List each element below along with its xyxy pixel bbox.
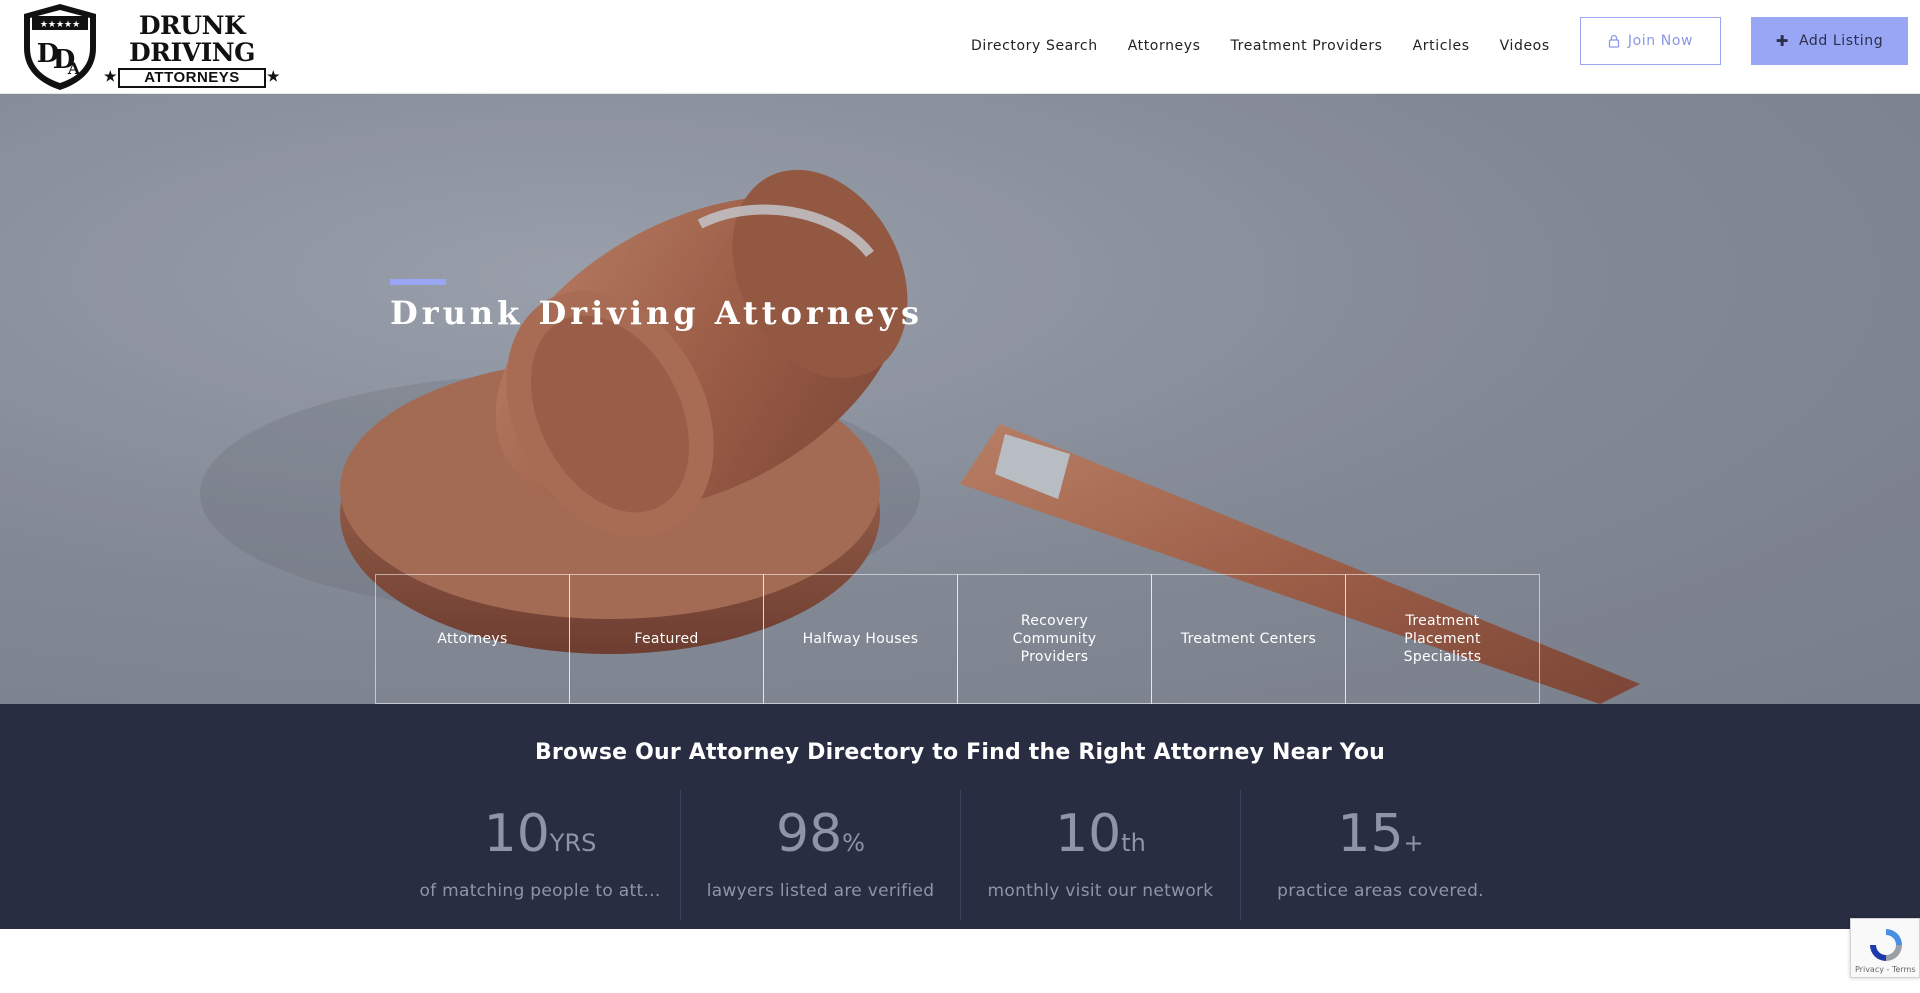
nav-treatment-providers[interactable]: Treatment Providers <box>1231 38 1383 54</box>
logo-line-1: DRUNK <box>138 11 246 40</box>
svg-text:★★★★★: ★★★★★ <box>40 20 80 30</box>
stat-value: 10 <box>1055 804 1122 864</box>
plus-icon: ✚ <box>1775 32 1789 50</box>
title-accent-bar <box>390 279 446 285</box>
stat-item: 15+ practice areas covered. <box>1240 790 1520 920</box>
stat-suffix: th <box>1121 829 1146 857</box>
add-listing-label: Add Listing <box>1798 33 1884 49</box>
svg-text:A: A <box>67 59 81 78</box>
stat-value: 10 <box>483 804 550 864</box>
category-halfway-houses[interactable]: Halfway Houses <box>763 574 958 704</box>
hero-section: Drunk Driving Attorneys Attorneys Featur… <box>0 94 1920 704</box>
nav-videos[interactable]: Videos <box>1500 38 1550 54</box>
stat-item: 10th monthly visit our network <box>960 790 1240 920</box>
site-header: ★★★★★ D D A DRUNK DRIVING ★ ATTORNEYS ★ … <box>0 0 1920 94</box>
stat-suffix: + <box>1403 829 1424 857</box>
stats-list: 10YRS of matching people to att... 98% l… <box>400 790 1520 920</box>
hero-title: Drunk Driving Attorneys <box>390 294 924 332</box>
add-listing-button[interactable]: ✚ Add Listing <box>1751 17 1908 65</box>
recaptcha-badge[interactable]: Privacy - Terms <box>1850 918 1920 978</box>
site-logo[interactable]: ★★★★★ D D A DRUNK DRIVING ★ ATTORNEYS ★ <box>20 2 279 92</box>
stat-suffix: YRS <box>549 829 597 857</box>
category-attorneys[interactable]: Attorneys <box>375 574 570 704</box>
stat-item: 98% lawyers listed are verified <box>680 790 960 920</box>
lock-icon <box>1608 34 1620 48</box>
stat-label: monthly visit our network <box>987 881 1214 901</box>
star-icon: ★ <box>266 68 280 84</box>
join-now-button[interactable]: Join Now <box>1580 17 1721 65</box>
recaptcha-label[interactable]: Privacy - Terms <box>1855 965 1916 974</box>
star-icon: ★ <box>104 68 118 84</box>
category-featured[interactable]: Featured <box>569 574 764 704</box>
category-tiles: Attorneys Featured Halfway Houses Recove… <box>375 574 1540 704</box>
nav-directory-search[interactable]: Directory Search <box>971 38 1098 54</box>
stat-item: 10YRS of matching people to att... <box>400 790 680 920</box>
nav-articles[interactable]: Articles <box>1413 38 1470 54</box>
stat-value: 98 <box>776 804 843 864</box>
stats-title: Browse Our Attorney Directory to Find th… <box>534 740 1386 765</box>
nav-attorneys[interactable]: Attorneys <box>1128 38 1201 54</box>
category-recovery-community-providers[interactable]: Recovery Community Providers <box>957 574 1152 704</box>
join-now-label: Join Now <box>1627 33 1694 49</box>
shield-logo-icon: ★★★★★ D D A <box>24 4 96 90</box>
stat-label: practice areas covered. <box>1277 881 1484 901</box>
stat-value: 15 <box>1337 804 1404 864</box>
category-treatment-centers[interactable]: Treatment Centers <box>1151 574 1346 704</box>
stat-label: of matching people to att... <box>419 881 661 901</box>
stat-label: lawyers listed are verified <box>706 881 935 901</box>
stats-band: Browse Our Attorney Directory to Find th… <box>0 704 1920 929</box>
category-treatment-placement-specialists[interactable]: Treatment Placement Specialists <box>1345 574 1540 704</box>
logo-line-3: ATTORNEYS <box>144 69 240 86</box>
stat-suffix: % <box>842 829 865 857</box>
main-nav: Directory Search Attorneys Treatment Pro… <box>971 38 1580 54</box>
recaptcha-icon <box>1870 929 1902 961</box>
logo-line-2: DRIVING <box>129 38 255 67</box>
